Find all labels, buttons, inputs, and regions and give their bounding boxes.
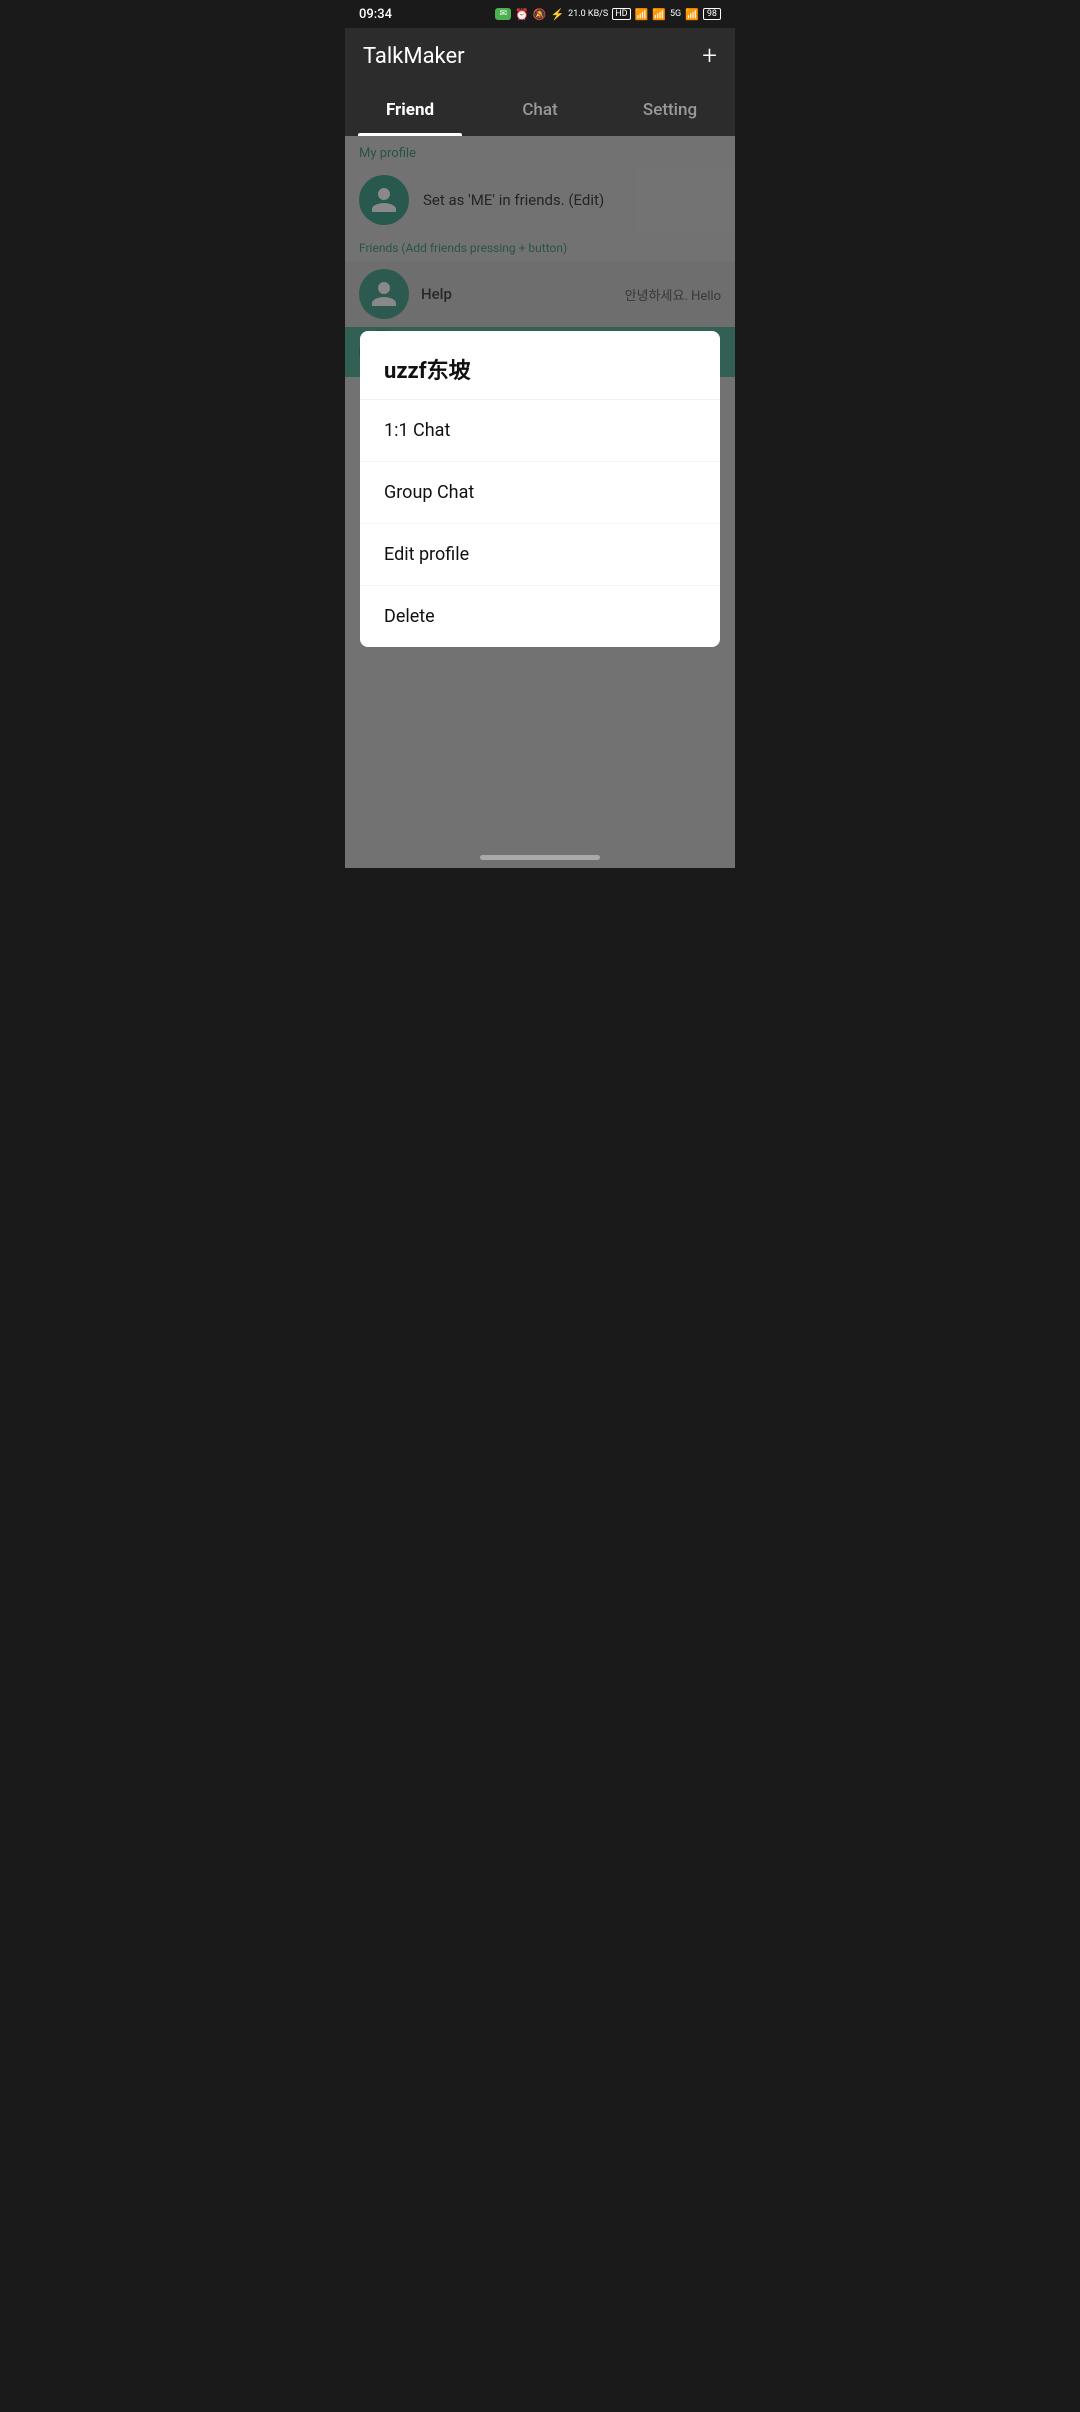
mute-icon: 🔕 [533, 8, 547, 21]
signal-icon: 📶 [652, 8, 666, 21]
status-bar: 09:34 ✉ ⏰ 🔕 ⚡ 21.0 KB/S HD 📶 📶 5G 📶 98 [345, 0, 735, 28]
tab-setting-label: Setting [643, 100, 697, 120]
tab-setting[interactable]: Setting [605, 84, 735, 136]
tab-friend[interactable]: Friend [345, 84, 475, 136]
status-icons: ✉ ⏰ 🔕 ⚡ 21.0 KB/S HD 📶 📶 5G 📶 98 [495, 8, 721, 21]
hd-badge: HD [612, 8, 630, 20]
tab-friend-label: Friend [386, 100, 434, 120]
tab-chat-label: Chat [522, 100, 557, 120]
home-indicator [480, 855, 600, 860]
signal2-icon: 📶 [685, 8, 699, 21]
status-time: 09:34 [359, 7, 392, 22]
menu-item-group-chat[interactable]: Group Chat [360, 462, 720, 524]
menu-item-one-to-one-chat[interactable]: 1:1 Chat [360, 400, 720, 462]
add-button[interactable]: + [702, 43, 717, 69]
bluetooth-icon: ⚡ [550, 8, 564, 21]
main-content: My profile Set as 'ME' in friends. (Edit… [345, 136, 735, 868]
tab-chat[interactable]: Chat [475, 84, 605, 136]
menu-item-edit-profile[interactable]: Edit profile [360, 524, 720, 586]
tab-bar: Friend Chat Setting [345, 84, 735, 136]
context-menu-header: uzzf东坡 [360, 331, 720, 400]
app-bar: TalkMaker + [345, 28, 735, 84]
battery-indicator: 98 [703, 8, 721, 20]
message-notification-icon: ✉ [495, 8, 511, 20]
alarm-icon: ⏰ [515, 8, 529, 21]
data-speed: 21.0 KB/S [568, 9, 608, 19]
context-menu: uzzf东坡 1:1 Chat Group Chat Edit profile … [360, 331, 720, 647]
5g-icon: 5G [670, 9, 681, 19]
menu-item-delete[interactable]: Delete [360, 586, 720, 647]
app-title: TalkMaker [363, 44, 465, 69]
wifi-icon: 📶 [635, 8, 649, 21]
